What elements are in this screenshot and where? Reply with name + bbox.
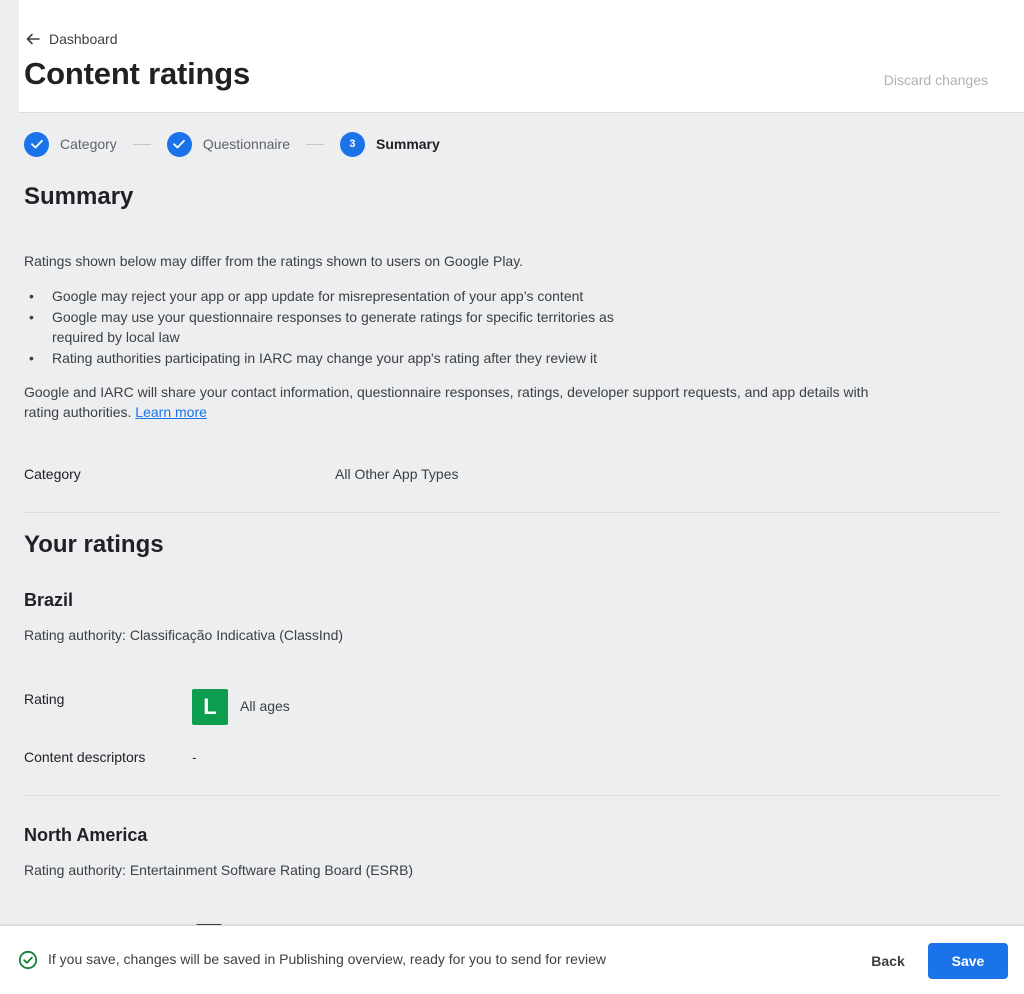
step-connector: [305, 143, 324, 145]
step-questionnaire[interactable]: Questionnaire: [166, 131, 290, 157]
rating-label: Rating: [24, 691, 65, 707]
step-category[interactable]: Category: [24, 131, 117, 157]
check-icon: [166, 131, 192, 157]
back-link-label: Dashboard: [49, 31, 118, 47]
learn-more-link[interactable]: Learn more: [135, 404, 207, 420]
section-divider: [24, 512, 1000, 513]
rating-authority-north-america: Rating authority: Entertainment Software…: [24, 862, 414, 878]
step-number-badge: 3: [339, 131, 365, 157]
page-header: Dashboard Content ratings Discard change…: [19, 0, 1024, 113]
summary-heading: Summary: [24, 183, 134, 210]
page-title: Content ratings: [24, 56, 251, 91]
discard-changes-button[interactable]: Discard changes: [884, 72, 988, 88]
category-label: Category: [24, 466, 81, 482]
step-label: Questionnaire: [202, 136, 290, 152]
rating-authority-brazil: Rating authority: Classificação Indicati…: [24, 627, 344, 643]
step-label: Summary: [375, 136, 440, 152]
content-descriptors-value: -: [192, 749, 197, 765]
rating-value: All ages: [240, 698, 290, 714]
your-ratings-heading: Your ratings: [24, 531, 164, 558]
list-item: Google may reject your app or app update…: [24, 286, 664, 306]
region-heading-brazil: Brazil: [24, 590, 74, 610]
data-sharing-notice: Google and IARC will share your contact …: [24, 382, 904, 422]
summary-bullet-list: Google may reject your app or app update…: [24, 286, 664, 369]
back-to-dashboard-link[interactable]: Dashboard: [25, 30, 118, 48]
check-circle-icon: [18, 950, 38, 970]
step-summary[interactable]: 3 Summary: [339, 131, 440, 157]
step-connector: [132, 143, 151, 145]
check-icon: [24, 131, 49, 157]
section-divider: [24, 795, 1000, 796]
region-heading-north-america: North America: [24, 825, 148, 845]
step-label: Category: [60, 136, 117, 152]
list-item: Google may use your questionnaire respon…: [24, 307, 664, 347]
arrow-left-icon: [26, 33, 40, 45]
classind-rating-badge: L: [192, 689, 228, 725]
save-button[interactable]: Save: [928, 943, 1008, 979]
save-bar: If you save, changes will be saved in Pu…: [0, 925, 1024, 994]
save-notice: If you save, changes will be saved in Pu…: [48, 951, 606, 967]
summary-intro: Ratings shown below may differ from the …: [24, 253, 524, 269]
content-descriptors-label: Content descriptors: [24, 749, 146, 765]
list-item: Rating authorities participating in IARC…: [24, 348, 664, 368]
back-button[interactable]: Back: [857, 943, 919, 979]
progress-stepper: Category Questionnaire 3 Summary: [24, 130, 440, 158]
category-value: All Other App Types: [335, 466, 459, 482]
